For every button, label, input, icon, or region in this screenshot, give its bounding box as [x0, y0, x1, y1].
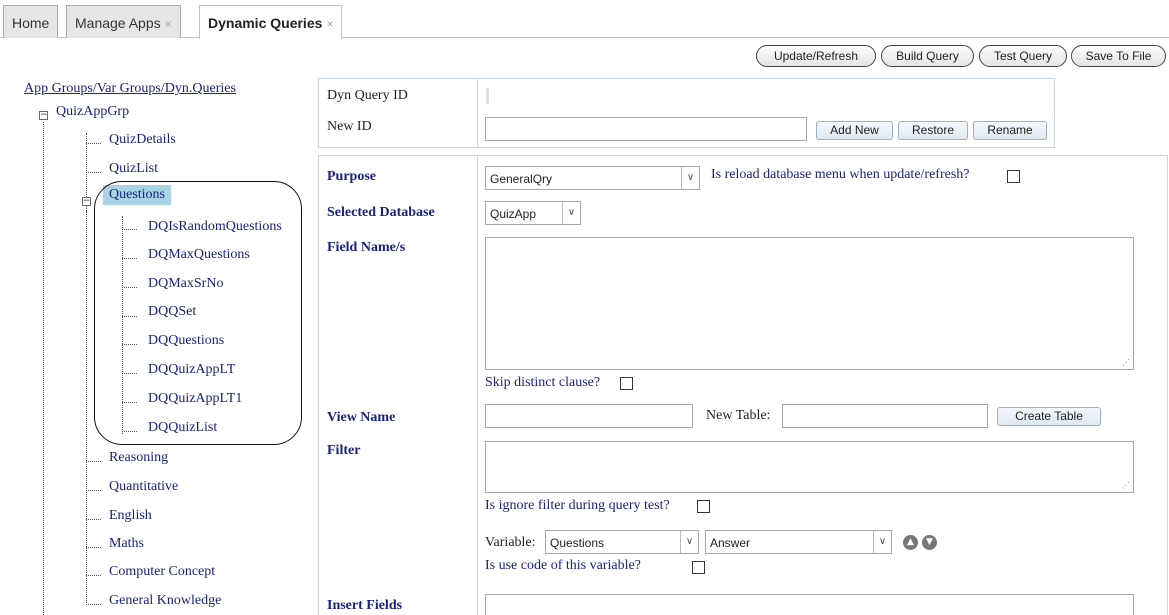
tree-line [86, 519, 101, 520]
tree-root-link[interactable]: App Groups/Var Groups/Dyn.Queries [24, 81, 236, 97]
reload-menu-label: Is reload database menu when update/refr… [711, 167, 970, 182]
tab-manage-apps-label: Manage Apps [75, 15, 161, 31]
create-table-button[interactable]: Create Table [997, 407, 1101, 426]
new-id-label: New ID [327, 119, 372, 134]
field-names-textarea[interactable]: ⋰ [485, 237, 1134, 370]
field-names-label: Field Name/s [327, 240, 406, 255]
tree-node-english[interactable]: English [109, 508, 152, 524]
use-code-label: Is use code of this variable? [485, 558, 641, 573]
view-name-label: View Name [327, 410, 396, 425]
add-new-button[interactable]: Add New [816, 121, 893, 140]
skip-distinct-checkbox[interactable] [620, 377, 633, 390]
chevron-down-icon: ∨ [873, 531, 891, 553]
use-code-checkbox[interactable] [692, 561, 705, 574]
restore-button[interactable]: Restore [898, 121, 968, 140]
tab-home[interactable]: Home [3, 5, 59, 38]
resize-grip-icon[interactable]: ⋰ [1122, 481, 1130, 490]
tree-node-quantitative[interactable]: Quantitative [109, 479, 178, 495]
tab-dynamic-queries-label: Dynamic Queries [208, 15, 323, 31]
variable-field-select[interactable]: Answer ∨ [705, 530, 892, 554]
tree-line [86, 547, 101, 548]
tree-node-reasoning[interactable]: Reasoning [109, 450, 168, 466]
update-refresh-button[interactable]: Update/Refresh [756, 45, 876, 67]
filter-textarea[interactable]: ⋰ [485, 441, 1134, 493]
tab-dynamic-queries[interactable]: Dynamic Queries × [199, 5, 343, 39]
tree-line [86, 143, 101, 144]
tree-line [86, 172, 101, 173]
purpose-label: Purpose [327, 169, 376, 184]
dyn-query-id-value [486, 88, 489, 104]
move-up-icon[interactable]: ▲ [903, 535, 918, 550]
tree-node-general-knowledge[interactable]: General Knowledge [109, 593, 221, 609]
tree-line [86, 461, 101, 462]
variable-value: Questions [550, 536, 605, 550]
tab-home-label: Home [12, 15, 50, 31]
purpose-value: GeneralQry [490, 172, 553, 186]
reload-menu-checkbox[interactable] [1007, 170, 1020, 183]
tree-node-quizlist[interactable]: QuizList [109, 161, 158, 177]
new-id-input[interactable] [485, 117, 807, 141]
close-icon[interactable]: × [165, 17, 172, 31]
tree-node-quizappgrp[interactable]: QuizAppGrp [56, 104, 129, 120]
chevron-down-icon: ∨ [680, 531, 698, 553]
dyn-query-id-label: Dyn Query ID [327, 88, 408, 103]
filter-label: Filter [327, 443, 361, 458]
database-select[interactable]: QuizApp ∨ [485, 201, 581, 225]
variable-label: Variable: [485, 535, 536, 550]
tree-node-computer-concept[interactable]: Computer Concept [109, 564, 215, 580]
purpose-select[interactable]: GeneralQry ∨ [485, 166, 700, 190]
chevron-down-icon: ∨ [562, 202, 580, 224]
variable-field-value: Answer [710, 536, 751, 550]
selected-database-label: Selected Database [327, 205, 435, 220]
new-table-input[interactable] [782, 404, 988, 428]
divider [477, 78, 478, 148]
move-down-icon[interactable]: ▼ [922, 535, 937, 550]
insert-fields-label: Insert Fields [327, 598, 403, 613]
view-name-input[interactable] [485, 404, 693, 428]
insert-fields-textarea[interactable] [485, 594, 1134, 615]
highlight-outline [94, 181, 302, 445]
tree-node-maths[interactable]: Maths [109, 536, 144, 552]
variable-select[interactable]: Questions ∨ [545, 530, 699, 554]
resize-grip-icon[interactable]: ⋰ [1122, 358, 1130, 367]
tree-line [86, 490, 101, 491]
save-to-file-button[interactable]: Save To File [1071, 45, 1166, 67]
tree-line [86, 575, 101, 576]
new-table-label: New Table: [706, 408, 771, 423]
tree-line [43, 122, 44, 615]
collapse-icon[interactable]: − [39, 111, 48, 120]
ignore-filter-label: Is ignore filter during query test? [485, 498, 670, 513]
chevron-down-icon: ∨ [681, 167, 699, 189]
test-query-button[interactable]: Test Query [979, 45, 1067, 67]
database-value: QuizApp [490, 207, 537, 221]
collapse-icon[interactable]: − [82, 197, 91, 206]
close-icon[interactable]: × [326, 17, 333, 31]
tab-manage-apps[interactable]: Manage Apps × [66, 5, 181, 38]
ignore-filter-checkbox[interactable] [697, 500, 710, 513]
divider [477, 155, 478, 615]
build-query-button[interactable]: Build Query [881, 45, 974, 67]
tab-bar: Home Manage Apps × Dynamic Queries × [0, 0, 1169, 39]
skip-distinct-label: Skip distinct clause? [485, 375, 601, 390]
rename-button[interactable]: Rename [973, 121, 1047, 140]
tree-line [86, 604, 101, 605]
tree-node-quizdetails[interactable]: QuizDetails [109, 132, 176, 148]
